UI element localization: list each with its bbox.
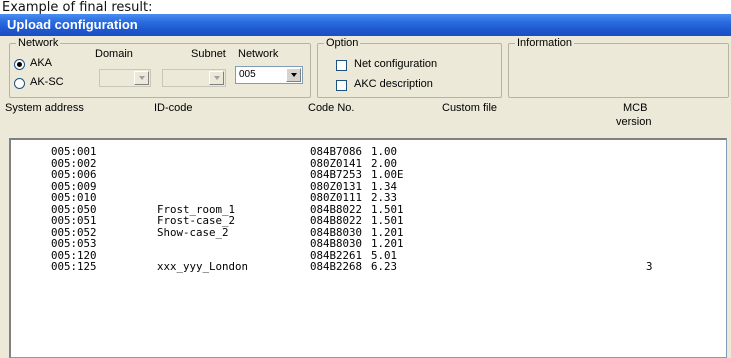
- cell-version: 1.501: [371, 202, 404, 216]
- information-group: Information: [508, 36, 729, 98]
- cell-version: 2.33: [371, 191, 398, 204]
- akc-description-checkbox[interactable]: [336, 80, 347, 91]
- cell-version: 1.00: [371, 145, 398, 158]
- akc-description-label: AKC description: [354, 78, 433, 90]
- cell-system-address: 005:050: [51, 202, 97, 216]
- radio-aka[interactable]: [14, 59, 25, 70]
- cell-version: 1.501: [371, 214, 404, 227]
- cell-system-address: 005:120: [51, 248, 97, 262]
- column-mcb[interactable]: MCB: [623, 102, 647, 114]
- cell-system-address: 005:006: [51, 168, 97, 181]
- cell-code-no: 080Z0141: [310, 156, 363, 170]
- cell-version: 1.201: [371, 237, 404, 250]
- domain-label: Domain: [95, 48, 133, 60]
- cell-system-address: 005:125: [51, 260, 97, 273]
- subnet-dropdown-button[interactable]: [209, 71, 224, 85]
- cell-mcb-version: 3: [646, 260, 653, 273]
- domain-select[interactable]: [99, 69, 151, 87]
- domain-dropdown-button[interactable]: [134, 71, 149, 85]
- cell-version: 1.34: [371, 179, 398, 193]
- cell-id-code: Frost_room_1: [157, 202, 236, 216]
- list-header: System address ID-code Code No. Custom f…: [0, 98, 731, 134]
- column-code-no[interactable]: Code No.: [308, 102, 354, 114]
- chevron-down-icon: [139, 76, 145, 80]
- radio-selected-dot: [17, 62, 22, 67]
- network-dropdown-button[interactable]: [286, 68, 301, 82]
- net-configuration-label: Net configuration: [354, 58, 438, 70]
- net-configuration-checkbox[interactable]: [336, 60, 347, 71]
- radio-aka-label: AKA: [30, 57, 53, 69]
- network-group: Network AKA AK-SC Domain Subnet Network …: [9, 36, 311, 98]
- cell-code-no: 080Z0111: [310, 191, 363, 204]
- cell-id-code: Show-case_2: [157, 225, 229, 239]
- radio-ak-sc-label: AK-SC: [30, 76, 64, 88]
- cell-version: 6.23: [371, 260, 398, 273]
- column-custom-file[interactable]: Custom file: [442, 102, 497, 114]
- option-group-legend: Option: [324, 36, 361, 50]
- column-system-address[interactable]: System address: [5, 102, 84, 114]
- cell-version: 1.201: [371, 225, 404, 239]
- cell-code-no: 084B8030: [310, 237, 363, 250]
- cell-system-address: 005:001: [51, 145, 97, 158]
- caption-text: Example of final result:: [2, 0, 153, 15]
- radio-ak-sc[interactable]: [14, 78, 25, 89]
- column-version[interactable]: version: [616, 116, 651, 128]
- cell-code-no: 084B7086: [310, 145, 363, 158]
- cell-system-address: 005:052: [51, 225, 97, 239]
- cell-code-no: 084B8022: [310, 202, 363, 216]
- cell-code-no: 084B8030: [310, 225, 363, 239]
- cell-version: 1.00E: [371, 168, 404, 181]
- network-select-value: 005: [239, 69, 256, 80]
- cell-system-address: 005:053: [51, 237, 97, 250]
- cell-system-address: 005:009: [51, 179, 97, 193]
- caption: Example of final result:: [0, 0, 731, 15]
- cell-id-code: Frost-case_2: [157, 214, 236, 227]
- cell-system-address: 005:002: [51, 156, 97, 170]
- upload-configuration-window: Upload configuration Network AKA AK-SC D…: [0, 14, 731, 358]
- window-title: Upload configuration: [7, 17, 138, 32]
- column-id-code[interactable]: ID-code: [154, 102, 193, 114]
- cell-id-code: xxx_yyy_London: [157, 260, 249, 273]
- subnet-select[interactable]: [162, 69, 226, 87]
- network-group-legend: Network: [16, 36, 61, 50]
- chevron-down-icon: [291, 73, 297, 77]
- controller-list[interactable]: 005:001 084B7086 1.00 005:002 080Z0141 2.00 00…: [9, 138, 727, 358]
- cell-code-no: 084B2261: [310, 248, 363, 262]
- network-select[interactable]: 005: [235, 66, 303, 84]
- cell-code-no: 080Z0131: [310, 179, 363, 193]
- cell-code-no: 084B8022: [310, 214, 363, 227]
- subnet-label: Subnet: [191, 48, 226, 60]
- cell-code-no: 084B2268: [310, 260, 363, 273]
- cell-system-address: 005:010: [51, 191, 97, 204]
- cell-version: 5.01: [371, 248, 398, 262]
- information-group-legend: Information: [515, 36, 575, 50]
- network-label: Network: [238, 48, 279, 60]
- option-group: Option Net configuration AKC description: [317, 36, 502, 98]
- title-bar[interactable]: Upload configuration: [0, 14, 731, 36]
- cell-version: 2.00: [371, 156, 398, 170]
- cell-code-no: 084B7253: [310, 168, 363, 181]
- cell-system-address: 005:051: [51, 214, 97, 227]
- chevron-down-icon: [214, 76, 220, 80]
